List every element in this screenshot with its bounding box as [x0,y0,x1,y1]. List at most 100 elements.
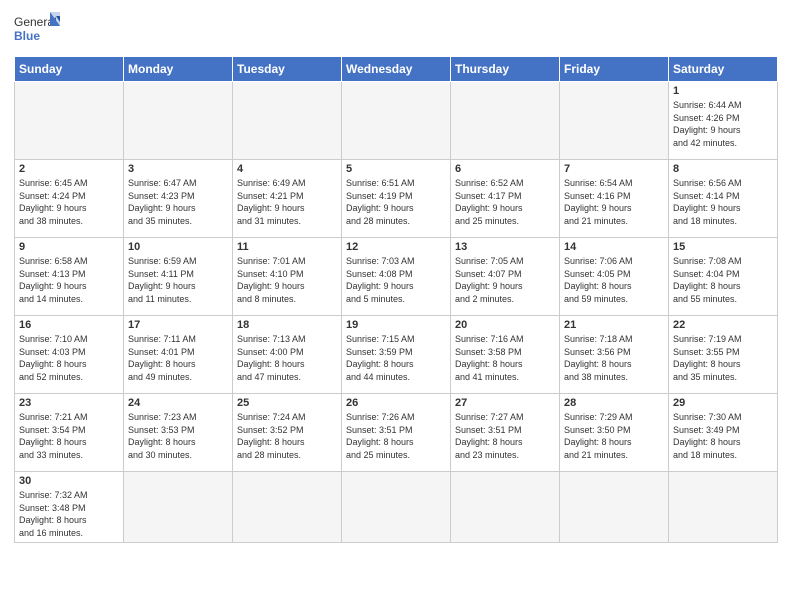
day-number: 30 [19,475,119,487]
day-number: 12 [346,241,446,253]
day-number: 2 [19,163,119,175]
day-info: Sunrise: 6:49 AM Sunset: 4:21 PM Dayligh… [237,177,337,227]
day-number: 22 [673,319,773,331]
day-number: 16 [19,319,119,331]
calendar-cell: 15 Sunrise: 7:08 AM Sunset: 4:04 PM Dayli… [669,238,778,316]
day-info: Sunrise: 7:24 AM Sunset: 3:52 PM Dayligh… [237,411,337,461]
weekday-header-friday: Friday [560,57,669,82]
calendar-cell: 16 Sunrise: 7:10 AM Sunset: 4:03 PM Dayli… [15,316,124,394]
calendar-cell: 3 Sunrise: 6:47 AM Sunset: 4:23 PM Daylig… [124,160,233,238]
logo: General Blue [14,10,64,50]
day-number: 29 [673,397,773,409]
calendar-cell: 24 Sunrise: 7:23 AM Sunset: 3:53 PM Dayli… [124,394,233,472]
logo-svg: General Blue [14,10,64,50]
week-row-6: 30 Sunrise: 7:32 AM Sunset: 3:48 PM Dayli… [15,472,778,543]
day-info: Sunrise: 7:03 AM Sunset: 4:08 PM Dayligh… [346,255,446,305]
day-number: 14 [564,241,664,253]
calendar-cell: 19Sunrise: 7:15 AM Sunset: 3:59 PM Dayli… [342,316,451,394]
day-number: 23 [19,397,119,409]
day-info: Sunrise: 7:15 AM Sunset: 3:59 PM Dayligh… [346,333,446,383]
week-row-1: 1Sunrise: 6:44 AM Sunset: 4:26 PM Daylig… [15,82,778,160]
calendar-cell: 4 Sunrise: 6:49 AM Sunset: 4:21 PM Daylig… [233,160,342,238]
calendar-cell: 25Sunrise: 7:24 AM Sunset: 3:52 PM Dayli… [233,394,342,472]
day-info: Sunrise: 6:47 AM Sunset: 4:23 PM Dayligh… [128,177,228,227]
day-number: 20 [455,319,555,331]
day-info: Sunrise: 7:19 AM Sunset: 3:55 PM Dayligh… [673,333,773,383]
day-number: 8 [673,163,773,175]
day-info: Sunrise: 7:01 AM Sunset: 4:10 PM Dayligh… [237,255,337,305]
day-info: Sunrise: 7:11 AM Sunset: 4:01 PM Dayligh… [128,333,228,383]
calendar-cell: 9Sunrise: 6:58 AM Sunset: 4:13 PM Daylig… [15,238,124,316]
day-info: Sunrise: 7:13 AM Sunset: 4:00 PM Dayligh… [237,333,337,383]
day-info: Sunrise: 7:30 AM Sunset: 3:49 PM Dayligh… [673,411,773,461]
calendar-cell: 2Sunrise: 6:45 AM Sunset: 4:24 PM Daylig… [15,160,124,238]
day-info: Sunrise: 7:21 AM Sunset: 3:54 PM Dayligh… [19,411,119,461]
calendar-cell: 10 Sunrise: 6:59 AM Sunset: 4:11 PM Dayli… [124,238,233,316]
day-number: 15 [673,241,773,253]
calendar-cell [233,472,342,543]
day-info: Sunrise: 6:51 AM Sunset: 4:19 PM Dayligh… [346,177,446,227]
calendar-cell: 1Sunrise: 6:44 AM Sunset: 4:26 PM Daylig… [669,82,778,160]
day-info: Sunrise: 6:44 AM Sunset: 4:26 PM Dayligh… [673,99,773,149]
day-info: Sunrise: 7:26 AM Sunset: 3:51 PM Dayligh… [346,411,446,461]
day-number: 13 [455,241,555,253]
calendar-cell [233,82,342,160]
day-number: 24 [128,397,228,409]
day-info: Sunrise: 7:10 AM Sunset: 4:03 PM Dayligh… [19,333,119,383]
calendar-cell: 26 Sunrise: 7:26 AM Sunset: 3:51 PM Dayli… [342,394,451,472]
day-number: 26 [346,397,446,409]
calendar-cell: 20Sunrise: 7:16 AM Sunset: 3:58 PM Dayli… [451,316,560,394]
calendar-cell: 14Sunrise: 7:06 AM Sunset: 4:05 PM Dayli… [560,238,669,316]
day-info: Sunrise: 6:52 AM Sunset: 4:17 PM Dayligh… [455,177,555,227]
day-number: 10 [128,241,228,253]
weekday-header-sunday: Sunday [15,57,124,82]
week-row-4: 16 Sunrise: 7:10 AM Sunset: 4:03 PM Dayli… [15,316,778,394]
calendar-cell [15,82,124,160]
calendar-cell [451,82,560,160]
calendar-cell [342,472,451,543]
calendar-cell: 6Sunrise: 6:52 AM Sunset: 4:17 PM Daylig… [451,160,560,238]
day-info: Sunrise: 7:08 AM Sunset: 4:04 PM Dayligh… [673,255,773,305]
weekday-header-monday: Monday [124,57,233,82]
calendar-cell: 12 Sunrise: 7:03 AM Sunset: 4:08 PM Dayli… [342,238,451,316]
calendar-cell: 27 Sunrise: 7:27 AM Sunset: 3:51 PM Dayli… [451,394,560,472]
page: General Blue SundayMondayTuesdayWednesda… [0,0,792,553]
day-number: 3 [128,163,228,175]
day-info: Sunrise: 6:59 AM Sunset: 4:11 PM Dayligh… [128,255,228,305]
day-number: 28 [564,397,664,409]
weekday-header-saturday: Saturday [669,57,778,82]
calendar-cell: 22 Sunrise: 7:19 AM Sunset: 3:55 PM Dayli… [669,316,778,394]
calendar-cell: 11Sunrise: 7:01 AM Sunset: 4:10 PM Dayli… [233,238,342,316]
day-info: Sunrise: 6:56 AM Sunset: 4:14 PM Dayligh… [673,177,773,227]
weekday-header-row: SundayMondayTuesdayWednesdayThursdayFrid… [15,57,778,82]
weekday-header-wednesday: Wednesday [342,57,451,82]
calendar-cell [124,82,233,160]
day-info: Sunrise: 7:29 AM Sunset: 3:50 PM Dayligh… [564,411,664,461]
day-number: 21 [564,319,664,331]
day-info: Sunrise: 6:58 AM Sunset: 4:13 PM Dayligh… [19,255,119,305]
day-info: Sunrise: 7:05 AM Sunset: 4:07 PM Dayligh… [455,255,555,305]
day-info: Sunrise: 7:32 AM Sunset: 3:48 PM Dayligh… [19,489,119,539]
week-row-5: 23 Sunrise: 7:21 AM Sunset: 3:54 PM Dayli… [15,394,778,472]
day-number: 7 [564,163,664,175]
calendar-cell: 30 Sunrise: 7:32 AM Sunset: 3:48 PM Dayli… [15,472,124,543]
day-info: Sunrise: 6:54 AM Sunset: 4:16 PM Dayligh… [564,177,664,227]
calendar-cell: 23 Sunrise: 7:21 AM Sunset: 3:54 PM Dayli… [15,394,124,472]
calendar-cell: 7 Sunrise: 6:54 AM Sunset: 4:16 PM Daylig… [560,160,669,238]
calendar-cell: 21 Sunrise: 7:18 AM Sunset: 3:56 PM Dayli… [560,316,669,394]
day-number: 5 [346,163,446,175]
svg-text:Blue: Blue [14,29,40,43]
day-number: 27 [455,397,555,409]
day-info: Sunrise: 7:27 AM Sunset: 3:51 PM Dayligh… [455,411,555,461]
calendar-cell: 18Sunrise: 7:13 AM Sunset: 4:00 PM Dayli… [233,316,342,394]
calendar-cell [124,472,233,543]
week-row-2: 2Sunrise: 6:45 AM Sunset: 4:24 PM Daylig… [15,160,778,238]
day-info: Sunrise: 7:18 AM Sunset: 3:56 PM Dayligh… [564,333,664,383]
calendar-cell: 13 Sunrise: 7:05 AM Sunset: 4:07 PM Dayli… [451,238,560,316]
day-number: 4 [237,163,337,175]
day-info: Sunrise: 7:23 AM Sunset: 3:53 PM Dayligh… [128,411,228,461]
week-row-3: 9Sunrise: 6:58 AM Sunset: 4:13 PM Daylig… [15,238,778,316]
calendar-cell: 17Sunrise: 7:11 AM Sunset: 4:01 PM Dayli… [124,316,233,394]
calendar-cell [342,82,451,160]
calendar-cell: 8 Sunrise: 6:56 AM Sunset: 4:14 PM Daylig… [669,160,778,238]
